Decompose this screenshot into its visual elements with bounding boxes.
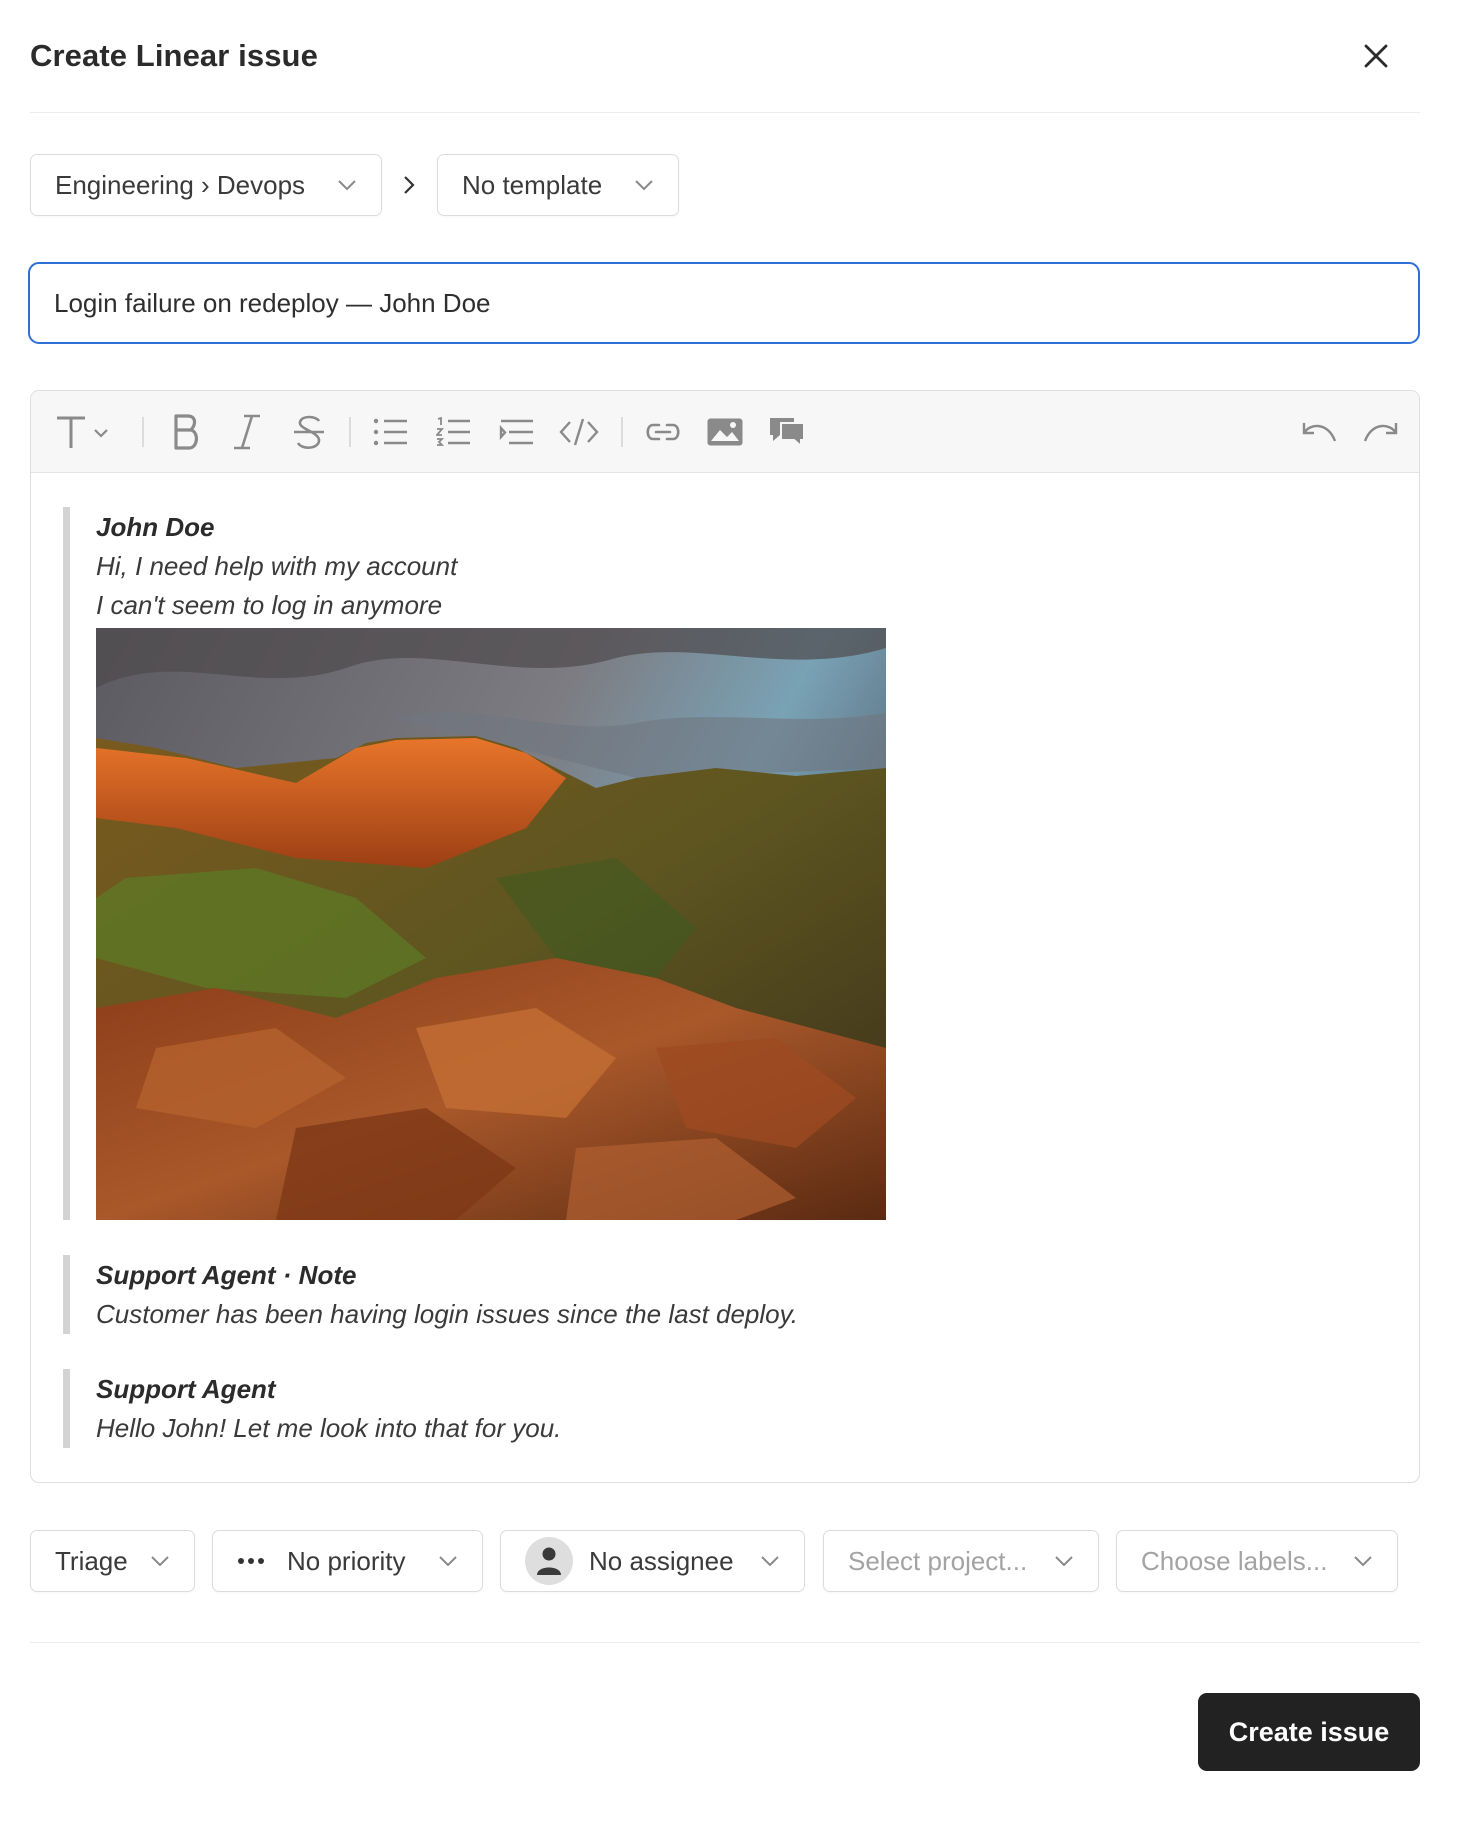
quote-line: Hi, I need help with my account	[96, 551, 458, 581]
project-select[interactable]: Select project...	[823, 1530, 1099, 1592]
redo-icon[interactable]	[1361, 412, 1401, 452]
close-icon[interactable]	[1362, 42, 1390, 70]
create-issue-modal: Create Linear issue Engineering › Devops…	[0, 0, 1469, 1826]
quote-block: Support Agent · Note Customer has been h…	[63, 1255, 798, 1334]
project-select-placeholder: Select project...	[848, 1545, 1028, 1576]
indent-list-icon[interactable]	[497, 412, 537, 452]
bold-icon[interactable]	[166, 412, 206, 452]
priority-select[interactable]: No priority	[212, 1530, 483, 1592]
quote-line: I can't seem to log in anymore	[96, 590, 443, 620]
strikethrough-icon[interactable]	[289, 412, 329, 452]
toolbar-divider	[142, 417, 144, 447]
no-priority-icon	[238, 1558, 264, 1564]
quote-author: Support Agent	[96, 1374, 276, 1404]
attachment-image	[96, 628, 886, 1220]
create-issue-button[interactable]: Create issue	[1198, 1693, 1420, 1771]
bullet-list-icon[interactable]	[371, 412, 411, 452]
chevron-down-icon	[761, 1556, 779, 1567]
chevron-right-icon	[404, 176, 415, 194]
quote-line: Hello John! Let me look into that for yo…	[96, 1413, 562, 1443]
quote-line: Customer has been having login issues si…	[96, 1299, 798, 1329]
link-icon[interactable]	[641, 412, 685, 452]
italic-icon[interactable]	[227, 412, 267, 452]
chevron-down-icon	[439, 1556, 457, 1567]
team-select-value: Engineering › Devops	[55, 169, 306, 200]
issue-title-input[interactable]	[28, 262, 1420, 344]
status-select[interactable]: Triage	[30, 1530, 195, 1592]
status-select-value: Triage	[55, 1545, 128, 1576]
labels-select[interactable]: Choose labels...	[1116, 1530, 1398, 1592]
numbered-list-icon[interactable]	[434, 412, 474, 452]
toolbar-divider	[621, 417, 623, 447]
text-style-icon[interactable]	[53, 412, 115, 452]
chevron-down-icon	[1354, 1556, 1372, 1567]
description-editor[interactable]: John Doe Hi, I need help with my account…	[30, 390, 1420, 1483]
template-select[interactable]: No template	[437, 154, 679, 216]
team-select[interactable]: Engineering › Devops	[30, 154, 382, 216]
labels-select-placeholder: Choose labels...	[1141, 1545, 1328, 1576]
code-icon[interactable]	[559, 412, 599, 452]
quote-block: John Doe Hi, I need help with my account…	[63, 507, 886, 1220]
chevron-down-icon	[1055, 1556, 1073, 1567]
editor-toolbar	[31, 391, 1419, 473]
footer-divider	[30, 1642, 1420, 1643]
quote-block: Support Agent Hello John! Let me look in…	[63, 1369, 561, 1448]
quote-author: John Doe	[96, 512, 215, 542]
chevron-down-icon	[151, 1556, 169, 1567]
image-icon[interactable]	[703, 412, 747, 452]
priority-select-value: No priority	[287, 1545, 406, 1576]
modal-title: Create Linear issue	[30, 38, 318, 73]
comment-icon[interactable]	[765, 412, 809, 452]
user-icon	[537, 1547, 561, 1575]
quote-author: Support Agent · Note	[96, 1260, 357, 1290]
modal-header: Create Linear issue	[30, 0, 1420, 113]
assignee-select[interactable]: No assignee	[500, 1530, 805, 1592]
chevron-down-icon	[635, 180, 653, 191]
toolbar-divider	[349, 417, 351, 447]
chevron-down-icon	[338, 180, 356, 191]
assignee-select-value: No assignee	[589, 1545, 734, 1576]
template-select-value: No template	[462, 169, 603, 200]
undo-icon[interactable]	[1299, 412, 1339, 452]
avatar	[525, 1537, 573, 1585]
